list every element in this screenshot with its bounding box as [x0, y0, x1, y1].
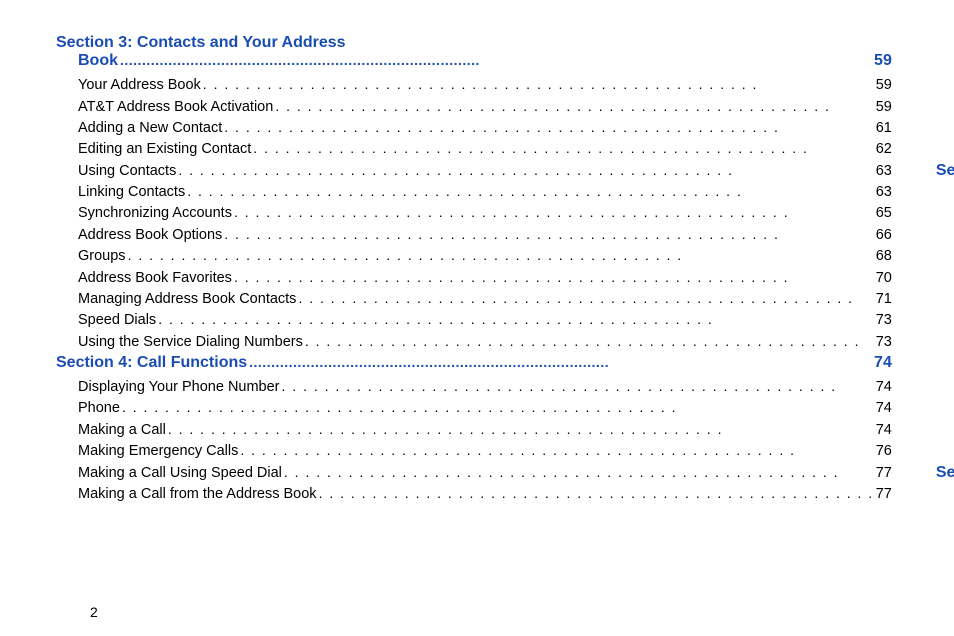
leader-dots — [249, 354, 872, 370]
toc-entry[interactable]: Making Emergency Calls 76 — [78, 442, 892, 459]
entry-label: Address Book Favorites — [78, 270, 232, 286]
entry-label: Your Address Book — [78, 77, 201, 93]
section-label: Section 5: Messaging — [936, 162, 954, 180]
toc-entry[interactable]: Displaying Your Phone Number 74 — [78, 378, 892, 395]
toc-entry[interactable]: Phone 74 — [78, 399, 892, 416]
toc-entry[interactable]: Speed Dials 73 — [78, 311, 892, 328]
section-label: Section 4: Call Functions — [56, 354, 247, 372]
section-heading-row[interactable]: Section 5: Messaging 90 — [936, 162, 954, 180]
entry-label: Making a Call from the Address Book — [78, 486, 317, 502]
leader-dots — [120, 52, 872, 68]
leader-dots — [178, 162, 873, 178]
entry-label: Managing Address Book Contacts — [78, 291, 296, 307]
leader-dots — [319, 485, 874, 501]
leader-dots — [224, 119, 873, 135]
leader-dots — [282, 378, 874, 394]
section-page: 59 — [874, 52, 892, 70]
entry-label: Making a Call — [78, 422, 166, 438]
entry-page: 76 — [876, 443, 892, 459]
entry-page: 68 — [876, 248, 892, 264]
entry-label: Editing an Existing Contact — [78, 141, 251, 157]
entry-page: 66 — [876, 227, 892, 243]
leader-dots — [122, 399, 874, 415]
entry-label: Displaying Your Phone Number — [78, 379, 280, 395]
entry-page: 61 — [876, 120, 892, 136]
leader-dots — [128, 247, 874, 263]
leader-dots — [224, 226, 873, 242]
entry-label: Synchronizing Accounts — [78, 205, 232, 221]
section-heading[interactable]: Section 3: Contacts and Your Address — [56, 34, 892, 52]
leader-dots — [305, 333, 874, 349]
entry-label: Groups — [78, 248, 126, 264]
left-column: Section 3: Contacts and Your AddressBook… — [56, 32, 892, 588]
entry-page: 65 — [876, 205, 892, 221]
toc-entry[interactable]: Address Book Options 66 — [78, 226, 892, 243]
toc-entry[interactable]: Making a Call from the Address Book 77 — [78, 485, 892, 502]
entry-page: 73 — [876, 334, 892, 350]
entry-page: 62 — [876, 141, 892, 157]
leader-dots — [284, 464, 874, 480]
toc-entry[interactable]: Address Book Favorites 70 — [78, 269, 892, 286]
entry-page: 77 — [876, 486, 892, 502]
section-heading-row[interactable]: Book 59 — [78, 52, 892, 70]
toc-entry[interactable]: Linking Contacts 63 — [78, 183, 892, 200]
toc-entry[interactable]: Using the Service Dialing Numbers 73 — [78, 333, 892, 350]
entry-page: 77 — [876, 465, 892, 481]
entry-label: Using Contacts — [78, 163, 176, 179]
section-label: Book — [78, 52, 118, 70]
leader-dots — [168, 421, 874, 437]
entry-page: 71 — [876, 291, 892, 307]
entry-page: 73 — [876, 312, 892, 328]
entry-page: 59 — [876, 99, 892, 115]
entry-page: 74 — [876, 379, 892, 395]
entry-label: Speed Dials — [78, 312, 156, 328]
toc-columns: Section 3: Contacts and Your AddressBook… — [56, 32, 898, 588]
entry-label: Making Emergency Calls — [78, 443, 238, 459]
leader-dots — [234, 269, 874, 285]
leader-dots — [298, 290, 873, 306]
page-number: 2 — [90, 604, 98, 620]
entry-label: Address Book Options — [78, 227, 222, 243]
toc-entry[interactable]: Using Contacts 63 — [78, 162, 892, 179]
toc-entry[interactable]: Making a Call 74 — [78, 421, 892, 438]
toc-entry[interactable]: Managing Address Book Contacts 71 — [78, 290, 892, 307]
entry-page: 63 — [876, 184, 892, 200]
section-heading-row[interactable]: Section 6: Multimedia 102 — [936, 464, 954, 482]
entry-label: Adding a New Contact — [78, 120, 222, 136]
leader-dots — [234, 204, 874, 220]
entry-page: 74 — [876, 400, 892, 416]
toc-entry[interactable]: Editing an Existing Contact 62 — [78, 140, 892, 157]
entry-label: Linking Contacts — [78, 184, 185, 200]
entry-page: 63 — [876, 163, 892, 179]
entry-page: 70 — [876, 270, 892, 286]
section-page: 74 — [874, 354, 892, 372]
entry-label: AT&T Address Book Activation — [78, 99, 273, 115]
toc-entry[interactable]: Adding a New Contact 61 — [78, 119, 892, 136]
leader-dots — [253, 140, 873, 156]
toc-entry[interactable]: Synchronizing Accounts 65 — [78, 204, 892, 221]
entry-page: 59 — [876, 77, 892, 93]
entry-label: Phone — [78, 400, 120, 416]
section-label: Section 6: Multimedia — [936, 464, 954, 482]
right-column: Answering a Call 78Dialing Options 78Cal… — [936, 32, 954, 588]
leader-dots — [240, 442, 873, 458]
leader-dots — [203, 76, 874, 92]
leader-dots — [187, 183, 874, 199]
leader-dots — [275, 98, 873, 114]
toc-entry[interactable]: Your Address Book 59 — [78, 76, 892, 93]
toc-entry[interactable]: AT&T Address Book Activation 59 — [78, 98, 892, 115]
toc-entry[interactable]: Groups 68 — [78, 247, 892, 264]
toc-entry[interactable]: Making a Call Using Speed Dial 77 — [78, 464, 892, 481]
entry-label: Using the Service Dialing Numbers — [78, 334, 303, 350]
entry-label: Making a Call Using Speed Dial — [78, 465, 282, 481]
leader-dots — [158, 311, 874, 327]
entry-page: 74 — [876, 422, 892, 438]
section-heading-row[interactable]: Section 4: Call Functions 74 — [56, 354, 892, 372]
